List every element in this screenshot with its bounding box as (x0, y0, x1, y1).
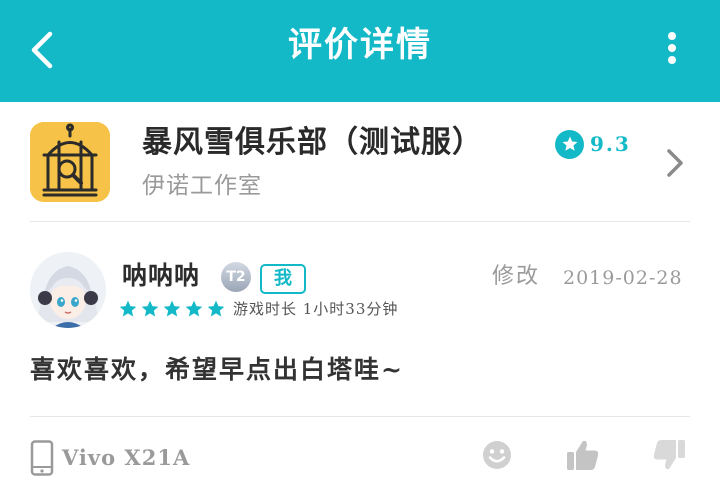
username[interactable]: 呐呐呐 (122, 258, 200, 294)
more-options-button[interactable] (662, 28, 682, 72)
star-icon (207, 300, 225, 317)
game-name: 暴风雪俱乐部（测试服） (142, 125, 483, 160)
top-app-bar: 评价详情 (0, 0, 720, 102)
device-name: Vivo X21A (62, 445, 191, 470)
star-icon (185, 300, 203, 317)
emoji-reaction-button[interactable] (480, 438, 514, 472)
thumbs-up-icon (567, 440, 599, 470)
like-button[interactable] (566, 438, 600, 472)
star-icon (141, 300, 159, 317)
me-tag: 我 (260, 264, 306, 294)
star-rating (118, 299, 226, 319)
review-item: 呐呐呐 T2 我 修改 2019-02-28 游戏时长 1小时33分钟 喜欢喜欢… (0, 222, 720, 416)
developer-name: 伊诺工作室 (142, 173, 262, 199)
star-icon (163, 300, 181, 317)
game-info-card[interactable]: 暴风雪俱乐部（测试服） 9.3 伊诺工作室 (0, 102, 720, 222)
phone-icon (30, 440, 54, 476)
thumbs-down-icon (653, 440, 685, 470)
more-vertical-icon (668, 32, 676, 64)
chevron-right-icon[interactable] (664, 146, 686, 180)
avatar[interactable] (30, 252, 106, 328)
user-avatar-image (30, 252, 106, 328)
page-title: 评价详情 (288, 25, 432, 65)
smiley-icon (483, 441, 511, 469)
review-footer: Vivo X21A (0, 416, 720, 488)
birdcage-magnifier-icon (30, 122, 110, 202)
star-icon (119, 300, 137, 317)
game-rating: 9.3 (555, 129, 631, 159)
user-level-badge: T2 (221, 262, 251, 292)
rating-star-icon (555, 129, 584, 159)
rating-score: 9.3 (590, 132, 631, 156)
review-content: 喜欢喜欢，希望早点出白塔哇~ (30, 355, 404, 384)
game-app-icon (30, 122, 110, 202)
dislike-button[interactable] (652, 438, 686, 472)
edit-button[interactable]: 修改 (492, 260, 540, 294)
review-date: 2019-02-28 (563, 267, 683, 289)
playtime: 游戏时长 1小时33分钟 (233, 300, 399, 318)
